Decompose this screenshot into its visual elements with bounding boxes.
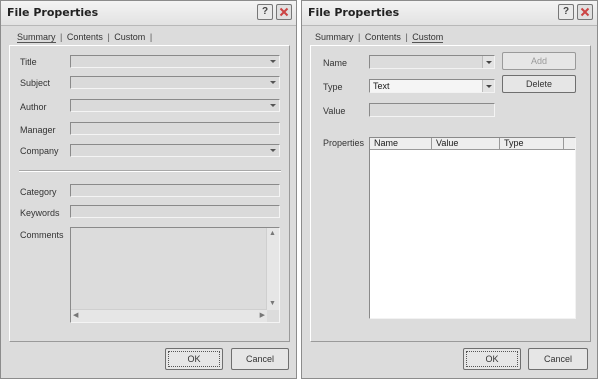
title-bar[interactable]: File Properties ? — [1, 1, 296, 26]
keywords-field[interactable] — [70, 205, 280, 218]
scroll-down-arrow-icon[interactable]: ▼ — [269, 300, 276, 308]
file-properties-dialog-custom: File Properties ? Summary | Contents | C… — [301, 0, 598, 379]
tab-separator: | — [107, 32, 110, 42]
tab-separator: | — [358, 32, 361, 42]
column-header-filler — [564, 138, 575, 150]
close-icon — [580, 7, 590, 17]
name-combobox[interactable] — [369, 55, 495, 69]
delete-button[interactable]: Delete — [502, 75, 576, 93]
tab-summary[interactable]: Summary — [315, 32, 354, 42]
category-label: Category — [20, 187, 57, 197]
properties-list[interactable]: Name Value Type — [369, 137, 576, 319]
tab-separator: | — [149, 32, 153, 42]
type-selected-value: Text — [373, 81, 390, 91]
cancel-button[interactable]: Cancel — [231, 348, 289, 370]
section-divider — [19, 170, 281, 172]
properties-label: Properties — [323, 138, 365, 148]
help-button[interactable]: ? — [558, 4, 574, 20]
manager-field[interactable] — [70, 122, 280, 135]
vertical-scrollbar[interactable]: ▲ ▼ — [266, 228, 279, 310]
cancel-button[interactable]: Cancel — [528, 348, 588, 370]
tab-custom[interactable]: Custom — [412, 32, 444, 43]
add-button[interactable]: Add — [502, 52, 576, 70]
column-header-value[interactable]: Value — [432, 138, 500, 150]
dialog-title: File Properties — [7, 6, 99, 19]
name-label: Name — [323, 58, 348, 68]
title-bar[interactable]: File Properties ? — [302, 1, 597, 26]
column-header-name[interactable]: Name — [370, 138, 432, 150]
scroll-left-arrow-icon[interactable]: ◀ — [73, 312, 78, 320]
title-field[interactable] — [70, 55, 280, 68]
manager-label: Manager — [20, 125, 56, 135]
subject-label: Subject — [20, 78, 51, 88]
company-label: Company — [20, 146, 59, 156]
type-select[interactable]: Text — [369, 79, 495, 93]
chevron-down-icon[interactable] — [482, 80, 494, 92]
ok-button[interactable]: OK — [165, 348, 223, 370]
close-button[interactable] — [276, 4, 292, 20]
comments-textarea[interactable]: ▲ ▼ ◀ ▶ — [70, 227, 280, 323]
keywords-label: Keywords — [20, 208, 60, 218]
comments-label: Comments — [20, 230, 64, 240]
tab-custom[interactable]: Custom — [114, 32, 145, 42]
close-button[interactable] — [577, 4, 593, 20]
tab-separator: | — [60, 32, 63, 42]
tab-contents[interactable]: Contents — [365, 32, 401, 42]
tab-separator: | — [405, 32, 408, 42]
ok-button[interactable]: OK — [463, 348, 521, 370]
tab-strip: Summary | Contents | Custom | — [17, 32, 154, 43]
value-field[interactable] — [369, 103, 495, 117]
file-properties-dialog-summary: File Properties ? Summary | Contents | C… — [0, 0, 297, 379]
scroll-up-arrow-icon[interactable]: ▲ — [269, 230, 276, 238]
company-field[interactable] — [70, 144, 280, 157]
dialog-title: File Properties — [308, 6, 400, 19]
author-field[interactable] — [70, 99, 280, 112]
help-button[interactable]: ? — [257, 4, 273, 20]
horizontal-scrollbar[interactable]: ◀ ▶ — [71, 309, 267, 322]
close-icon — [279, 7, 289, 17]
subject-field[interactable] — [70, 76, 280, 89]
category-field[interactable] — [70, 184, 280, 197]
column-header-type[interactable]: Type — [500, 138, 564, 150]
scroll-right-arrow-icon[interactable]: ▶ — [260, 312, 265, 320]
properties-list-header: Name Value Type — [370, 138, 575, 150]
title-label: Title — [20, 57, 37, 67]
tab-summary[interactable]: Summary — [17, 32, 56, 43]
author-label: Author — [20, 102, 47, 112]
tab-strip: Summary | Contents | Custom — [315, 32, 444, 43]
value-label: Value — [323, 106, 346, 116]
chevron-down-icon[interactable] — [482, 56, 494, 68]
type-label: Type — [323, 82, 343, 92]
tab-contents[interactable]: Contents — [67, 32, 103, 42]
